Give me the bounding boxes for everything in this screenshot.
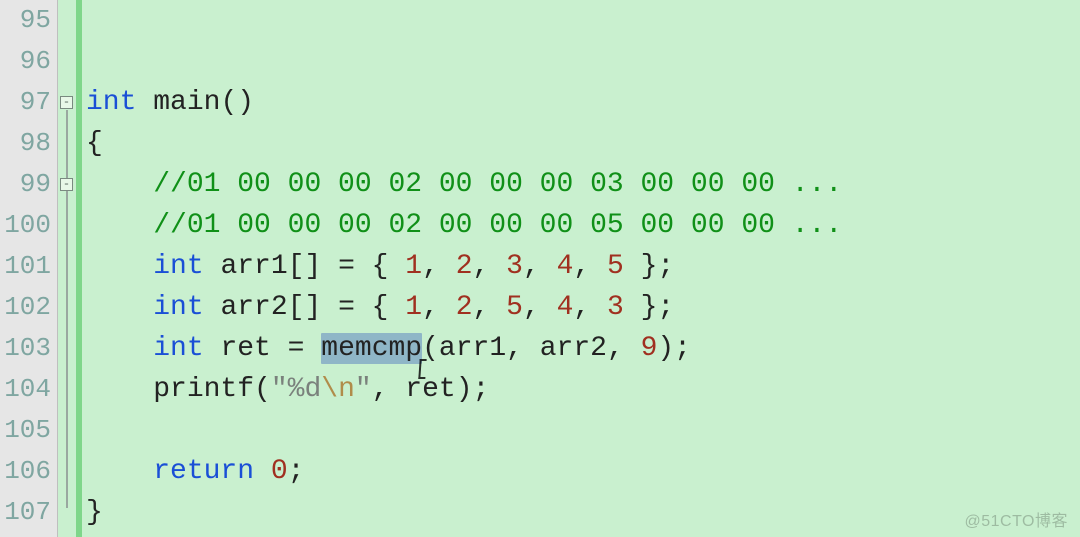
code-area[interactable]: int main() { //01 00 00 00 02 00 00 00 0…	[82, 0, 1080, 537]
code-line[interactable]: //01 00 00 00 02 00 00 00 05 00 00 00 ..…	[86, 205, 1080, 246]
code-line[interactable]	[86, 410, 1080, 451]
line-number: 99	[0, 164, 51, 205]
code-line[interactable]: int ret = memcmp(arr1, arr2, 9);	[86, 328, 1080, 369]
line-number: 105	[0, 410, 51, 451]
line-number: 102	[0, 287, 51, 328]
line-number: 96	[0, 41, 51, 82]
code-line[interactable]	[86, 41, 1080, 82]
line-number: 106	[0, 451, 51, 492]
selection-highlight: memcmp	[321, 333, 422, 364]
fold-column[interactable]: - -	[58, 0, 76, 537]
line-number: 100	[0, 205, 51, 246]
line-number-gutter: 95 96 97 98 99 100 101 102 103 104 105 1…	[0, 0, 58, 537]
code-line[interactable]: {	[86, 123, 1080, 164]
code-line[interactable]: return 0;	[86, 451, 1080, 492]
line-number: 95	[0, 0, 51, 41]
code-line[interactable]: int arr2[] = { 1, 2, 5, 4, 3 };	[86, 287, 1080, 328]
line-number: 101	[0, 246, 51, 287]
fold-toggle-icon[interactable]: -	[60, 96, 73, 109]
watermark-text: @51CTO博客	[964, 507, 1068, 531]
line-number: 103	[0, 328, 51, 369]
line-number: 98	[0, 123, 51, 164]
code-line[interactable]	[86, 0, 1080, 41]
fold-guide-line	[66, 110, 68, 508]
line-number: 104	[0, 369, 51, 410]
code-editor[interactable]: 95 96 97 98 99 100 101 102 103 104 105 1…	[0, 0, 1080, 537]
code-line[interactable]: int arr1[] = { 1, 2, 3, 4, 5 };	[86, 246, 1080, 287]
code-line[interactable]: printf("%d\n", ret);	[86, 369, 1080, 410]
code-line[interactable]: int main()	[86, 82, 1080, 123]
code-line[interactable]: //01 00 00 00 02 00 00 00 03 00 00 00 ..…	[86, 164, 1080, 205]
line-number: 107	[0, 492, 51, 533]
code-line[interactable]: }	[86, 492, 1080, 533]
fold-toggle-icon[interactable]: -	[60, 178, 73, 191]
line-number: 97	[0, 82, 51, 123]
